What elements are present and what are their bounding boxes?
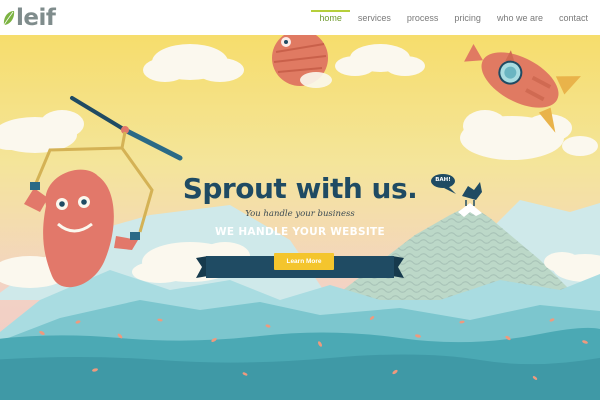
brand-name: leif xyxy=(16,5,56,31)
logo[interactable]: leif xyxy=(3,5,56,31)
nav-pricing[interactable]: pricing xyxy=(446,0,489,35)
nav-who-we-are[interactable]: who we are xyxy=(489,0,551,35)
nav-home[interactable]: home xyxy=(311,0,350,35)
speech-bubble-text: BAH! xyxy=(435,177,451,183)
hero-subheadline: You handle your business xyxy=(245,209,355,219)
nav-contact[interactable]: contact xyxy=(551,0,596,35)
top-navbar: leif home services process pricing who w… xyxy=(0,0,600,35)
nav-services[interactable]: services xyxy=(350,0,399,35)
main-menu: home services process pricing who we are… xyxy=(311,0,596,35)
hero-headline: Sprout with us. xyxy=(182,172,418,205)
nav-process[interactable]: process xyxy=(399,0,447,35)
learn-more-button[interactable]: Learn More xyxy=(274,253,334,270)
hero-banner: WE HANDLE YOUR WEBSITE xyxy=(204,221,396,243)
leaf-logo-icon xyxy=(3,11,15,26)
hero-banner-text: WE HANDLE YOUR WEBSITE xyxy=(215,226,385,238)
speech-bubble: BAH! xyxy=(432,174,454,187)
